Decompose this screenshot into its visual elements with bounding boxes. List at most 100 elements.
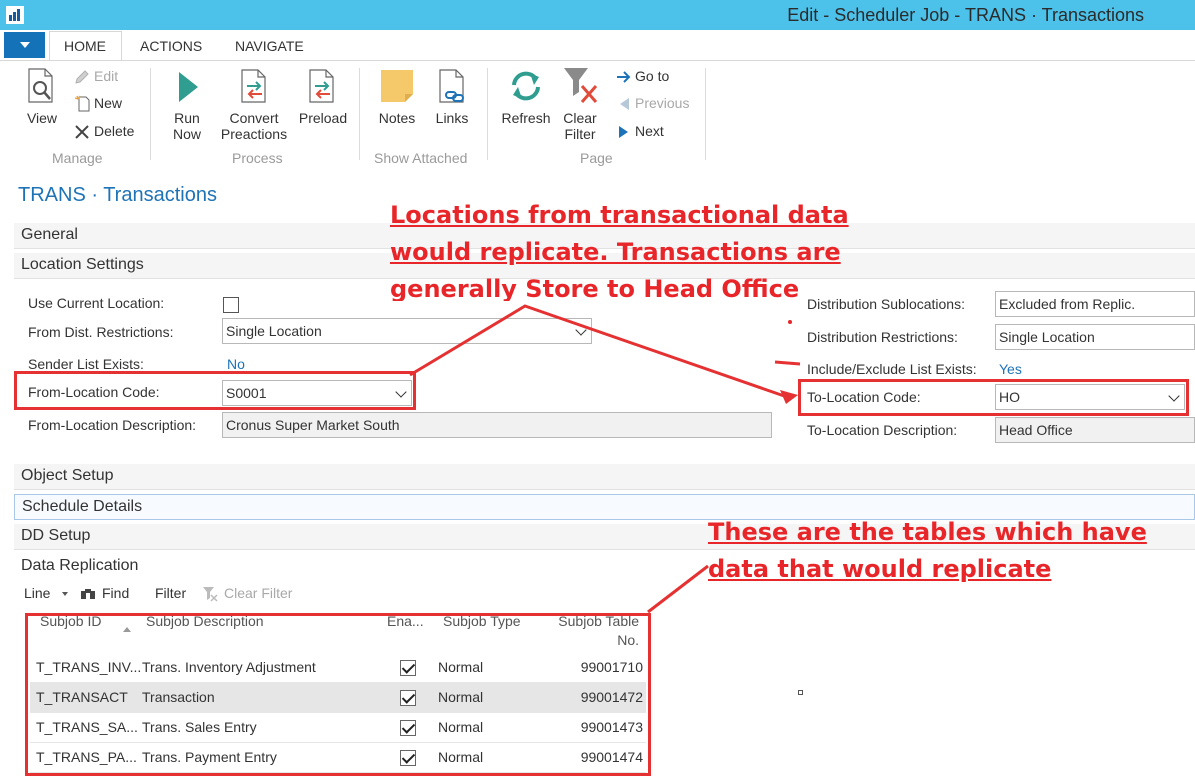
distribution-sublocations-field[interactable]: Excluded from Replic. [995, 291, 1195, 317]
links-button[interactable]: Links [430, 68, 474, 128]
distribution-sublocations-label: Distribution Sublocations: [807, 296, 965, 312]
clear-filter-label-1: Clear [563, 110, 597, 126]
use-current-location-checkbox[interactable] [223, 297, 239, 313]
tab-actions[interactable]: ACTIONS [140, 38, 202, 54]
filter-button[interactable]: Filter [155, 585, 186, 601]
new-document-icon [74, 95, 90, 112]
from-dist-restrictions-value: Single Location [226, 323, 322, 339]
previous-label: Previous [635, 95, 690, 111]
to-location-description-label: To-Location Description: [807, 422, 958, 438]
edit-label: Edit [94, 68, 119, 84]
include-exclude-list-exists-link[interactable]: Yes [999, 361, 1022, 377]
convert-label-2: Preactions [220, 126, 288, 142]
distribution-restrictions-field[interactable]: Single Location [995, 324, 1195, 350]
from-location-highlight-box [14, 371, 416, 410]
binoculars-icon [81, 589, 95, 599]
next-button[interactable]: Next [616, 123, 696, 141]
distribution-restrictions-value: Single Location [999, 329, 1095, 345]
clear-filter-button[interactable]: Clear Filter [558, 66, 602, 144]
group-label-manage: Manage [52, 150, 103, 166]
group-label-show-attached: Show Attached [374, 150, 468, 166]
to-location-description-field: Head Office [995, 417, 1195, 443]
sender-list-exists-link[interactable]: No [227, 356, 245, 372]
fasttab-object-setup[interactable]: Object Setup [14, 464, 1195, 490]
app-menu-button[interactable] [4, 32, 45, 58]
notes-icon [381, 70, 413, 102]
distribution-restrictions-label: Distribution Restrictions: [807, 329, 958, 345]
to-location-description-value: Head Office [999, 422, 1073, 438]
new-button[interactable]: New [72, 95, 138, 113]
red-dot [788, 320, 792, 324]
to-location-highlight-box [798, 379, 1189, 416]
go-to-button[interactable]: Go to [616, 68, 696, 86]
page-title: TRANS · Transactions [18, 184, 217, 206]
delete-button[interactable]: Delete [72, 123, 142, 141]
from-location-description-label: From-Location Description: [28, 417, 197, 433]
distribution-sublocations-value: Excluded from Replic. [999, 296, 1136, 312]
ribbon-separator [150, 68, 151, 160]
clear-filter-icon [564, 68, 598, 103]
edit-button[interactable]: Edit [72, 68, 138, 86]
tab-navigate[interactable]: NAVIGATE [235, 38, 304, 54]
tables-highlight-box [25, 613, 651, 776]
preload-icon [309, 69, 334, 103]
next-label: Next [635, 123, 664, 139]
view-icon [28, 68, 53, 103]
clear-filter-label-2: Filter [564, 126, 596, 142]
convert-icon [241, 69, 266, 103]
chevron-down-icon [575, 324, 587, 336]
find-label: Find [102, 585, 130, 601]
dropdown-arrow-icon [62, 592, 68, 596]
run-now-label-1: Run [174, 110, 200, 126]
group-label-page: Page [580, 150, 613, 166]
app-chart-icon[interactable] [6, 6, 24, 24]
line-label: Line [24, 585, 51, 601]
clear-filter-list-button[interactable]: Clear Filter [202, 585, 302, 603]
view-button[interactable]: View [22, 68, 62, 132]
annotation-top-line-1: Locations from transactional data [390, 201, 849, 229]
find-button[interactable]: Find [80, 585, 136, 603]
convert-preactions-button[interactable]: Convert Preactions [216, 68, 292, 144]
previous-icon [620, 98, 629, 110]
from-dist-restrictions-select[interactable]: Single Location [222, 318, 592, 344]
previous-button[interactable]: Previous [616, 95, 696, 113]
sender-list-exists-label: Sender List Exists: [28, 356, 144, 372]
view-label: View [26, 110, 58, 126]
play-icon [179, 72, 198, 102]
delete-label: Delete [94, 123, 135, 139]
group-label-process: Process [232, 150, 283, 166]
window-title: Edit - Scheduler Job - TRANS · Transacti… [787, 5, 1144, 25]
tab-home[interactable]: HOME [64, 38, 106, 54]
delete-icon [75, 125, 89, 139]
refresh-button[interactable]: Refresh [498, 68, 554, 128]
refresh-icon [512, 71, 540, 101]
notes-button[interactable]: Notes [374, 68, 420, 128]
from-location-description-value: Cronus Super Market South [226, 417, 400, 433]
resize-handle [798, 690, 803, 695]
run-now-label-2: Now [172, 126, 201, 142]
annotation-top-line-3: generally Store to Head Office [390, 275, 800, 301]
pencil-icon [75, 70, 89, 84]
annotation-top-line-2: would replicate. Transactions are [390, 238, 841, 266]
refresh-label: Refresh [501, 110, 551, 126]
use-current-location-label: Use Current Location: [28, 295, 165, 311]
annotation-bottom-line-2: data that would replicate [708, 555, 1052, 583]
arrow-right-icon [617, 71, 631, 83]
fasttab-schedule-details[interactable]: Schedule Details [14, 494, 1195, 520]
line-menu-button[interactable]: Line [24, 585, 72, 603]
ribbon-separator [487, 68, 488, 160]
from-dist-restrictions-label: From Dist. Restrictions: [28, 324, 174, 340]
convert-label-1: Convert [229, 110, 279, 126]
new-label: New [94, 95, 123, 111]
links-label: Links [435, 110, 469, 126]
clear-filter-list-label: Clear Filter [224, 585, 293, 601]
run-now-button[interactable]: Run Now [166, 68, 208, 144]
preload-label: Preload [298, 110, 348, 126]
links-icon [439, 69, 464, 103]
include-exclude-list-exists-label: Include/Exclude List Exists: [807, 361, 977, 377]
from-location-description-field: Cronus Super Market South [222, 412, 772, 438]
preload-button[interactable]: Preload [296, 68, 350, 128]
notes-label: Notes [378, 110, 416, 126]
ribbon-separator [705, 68, 706, 160]
next-icon [619, 126, 628, 138]
